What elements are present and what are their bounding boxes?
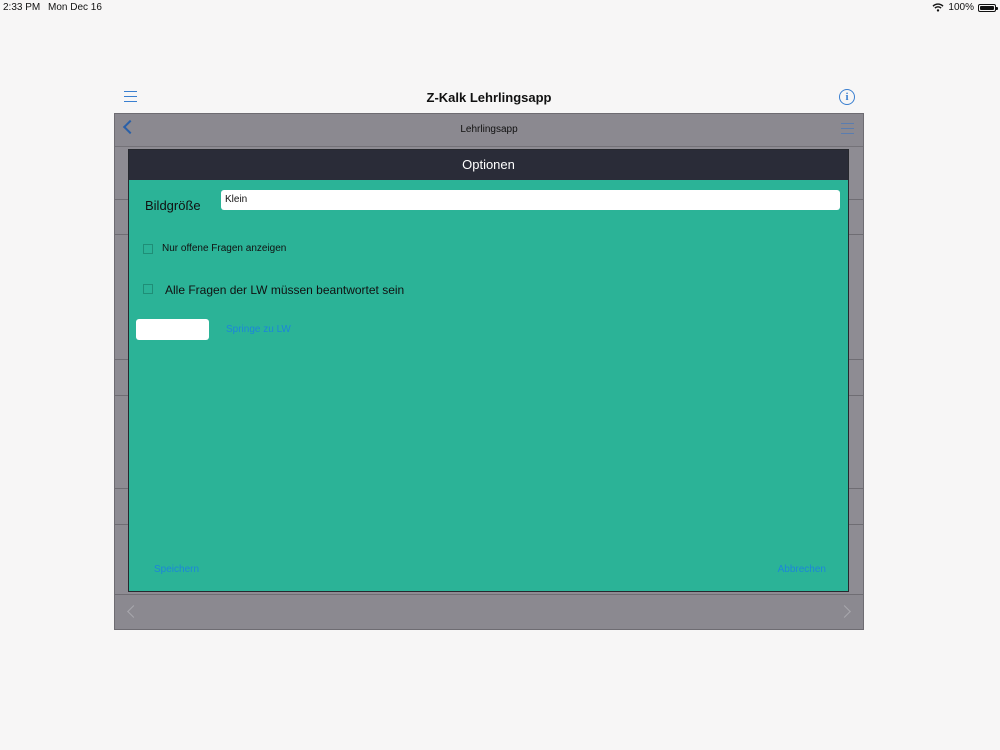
next-chevron-icon[interactable] (838, 605, 851, 618)
background-toolbar (115, 594, 863, 629)
lw-number-input[interactable] (136, 319, 209, 340)
prev-chevron-icon[interactable] (127, 605, 140, 618)
battery-percent: 100% (948, 2, 974, 13)
status-time: 2:33 PM (3, 2, 41, 13)
app-header: Z-Kalk Lehrlingsapp i (115, 84, 863, 114)
info-icon[interactable]: i (839, 89, 855, 105)
cancel-button[interactable]: Abbrechen (778, 564, 826, 575)
status-date: Mon Dec 16 (48, 2, 102, 13)
background-nav-title: Lehrlingsapp (460, 124, 518, 135)
app-title: Z-Kalk Lehrlingsapp (426, 90, 552, 105)
status-bar: 2:33 PM Mon Dec 16 100% (0, 0, 1000, 16)
all-questions-answered-checkbox[interactable] (143, 284, 153, 294)
image-size-label: Bildgröße (145, 198, 201, 213)
wifi-icon (932, 3, 944, 12)
only-open-questions-checkbox[interactable] (143, 244, 153, 254)
hamburger-icon[interactable] (841, 123, 854, 134)
status-right: 100% (932, 2, 998, 13)
jump-to-lw-link[interactable]: Springe zu LW (226, 324, 291, 335)
battery-icon (978, 3, 998, 12)
all-questions-answered-label[interactable]: Alle Fragen der LW müssen beantwortet se… (165, 283, 404, 297)
image-size-select[interactable]: Klein (221, 190, 840, 210)
only-open-questions-label[interactable]: Nur offene Fragen anzeigen (162, 243, 286, 254)
background-nav-bar: Lehrlingsapp (115, 114, 863, 147)
options-dialog: Optionen Bildgröße Klein Nur offene Frag… (129, 150, 848, 591)
save-button[interactable]: Speichern (154, 564, 199, 575)
dialog-title: Optionen (129, 150, 848, 180)
